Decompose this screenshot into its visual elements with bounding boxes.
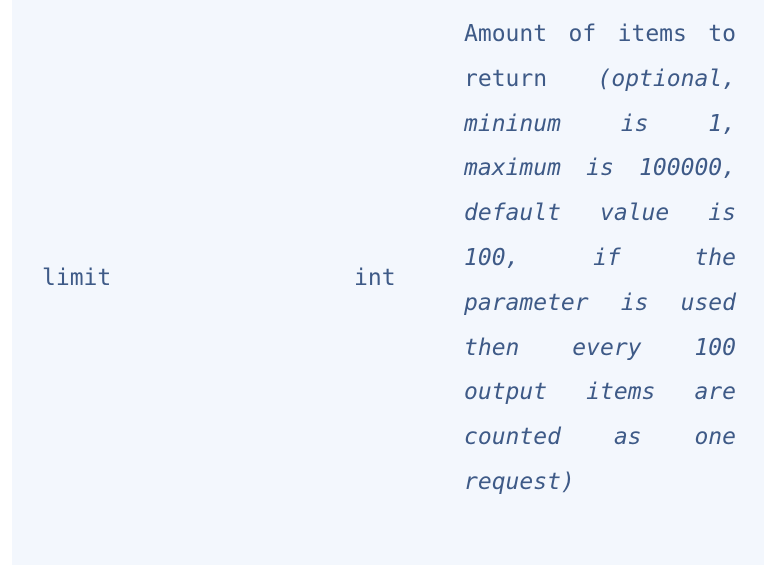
parameter-type: int bbox=[354, 265, 396, 291]
parameter-row: limit int Amount of items to return (opt… bbox=[12, 0, 764, 565]
parameter-name: limit bbox=[42, 265, 112, 291]
description-note: (optional, mininum is 1, maximum is 1000… bbox=[464, 65, 736, 495]
parameter-description: Amount of items to return (optional, min… bbox=[464, 12, 736, 505]
